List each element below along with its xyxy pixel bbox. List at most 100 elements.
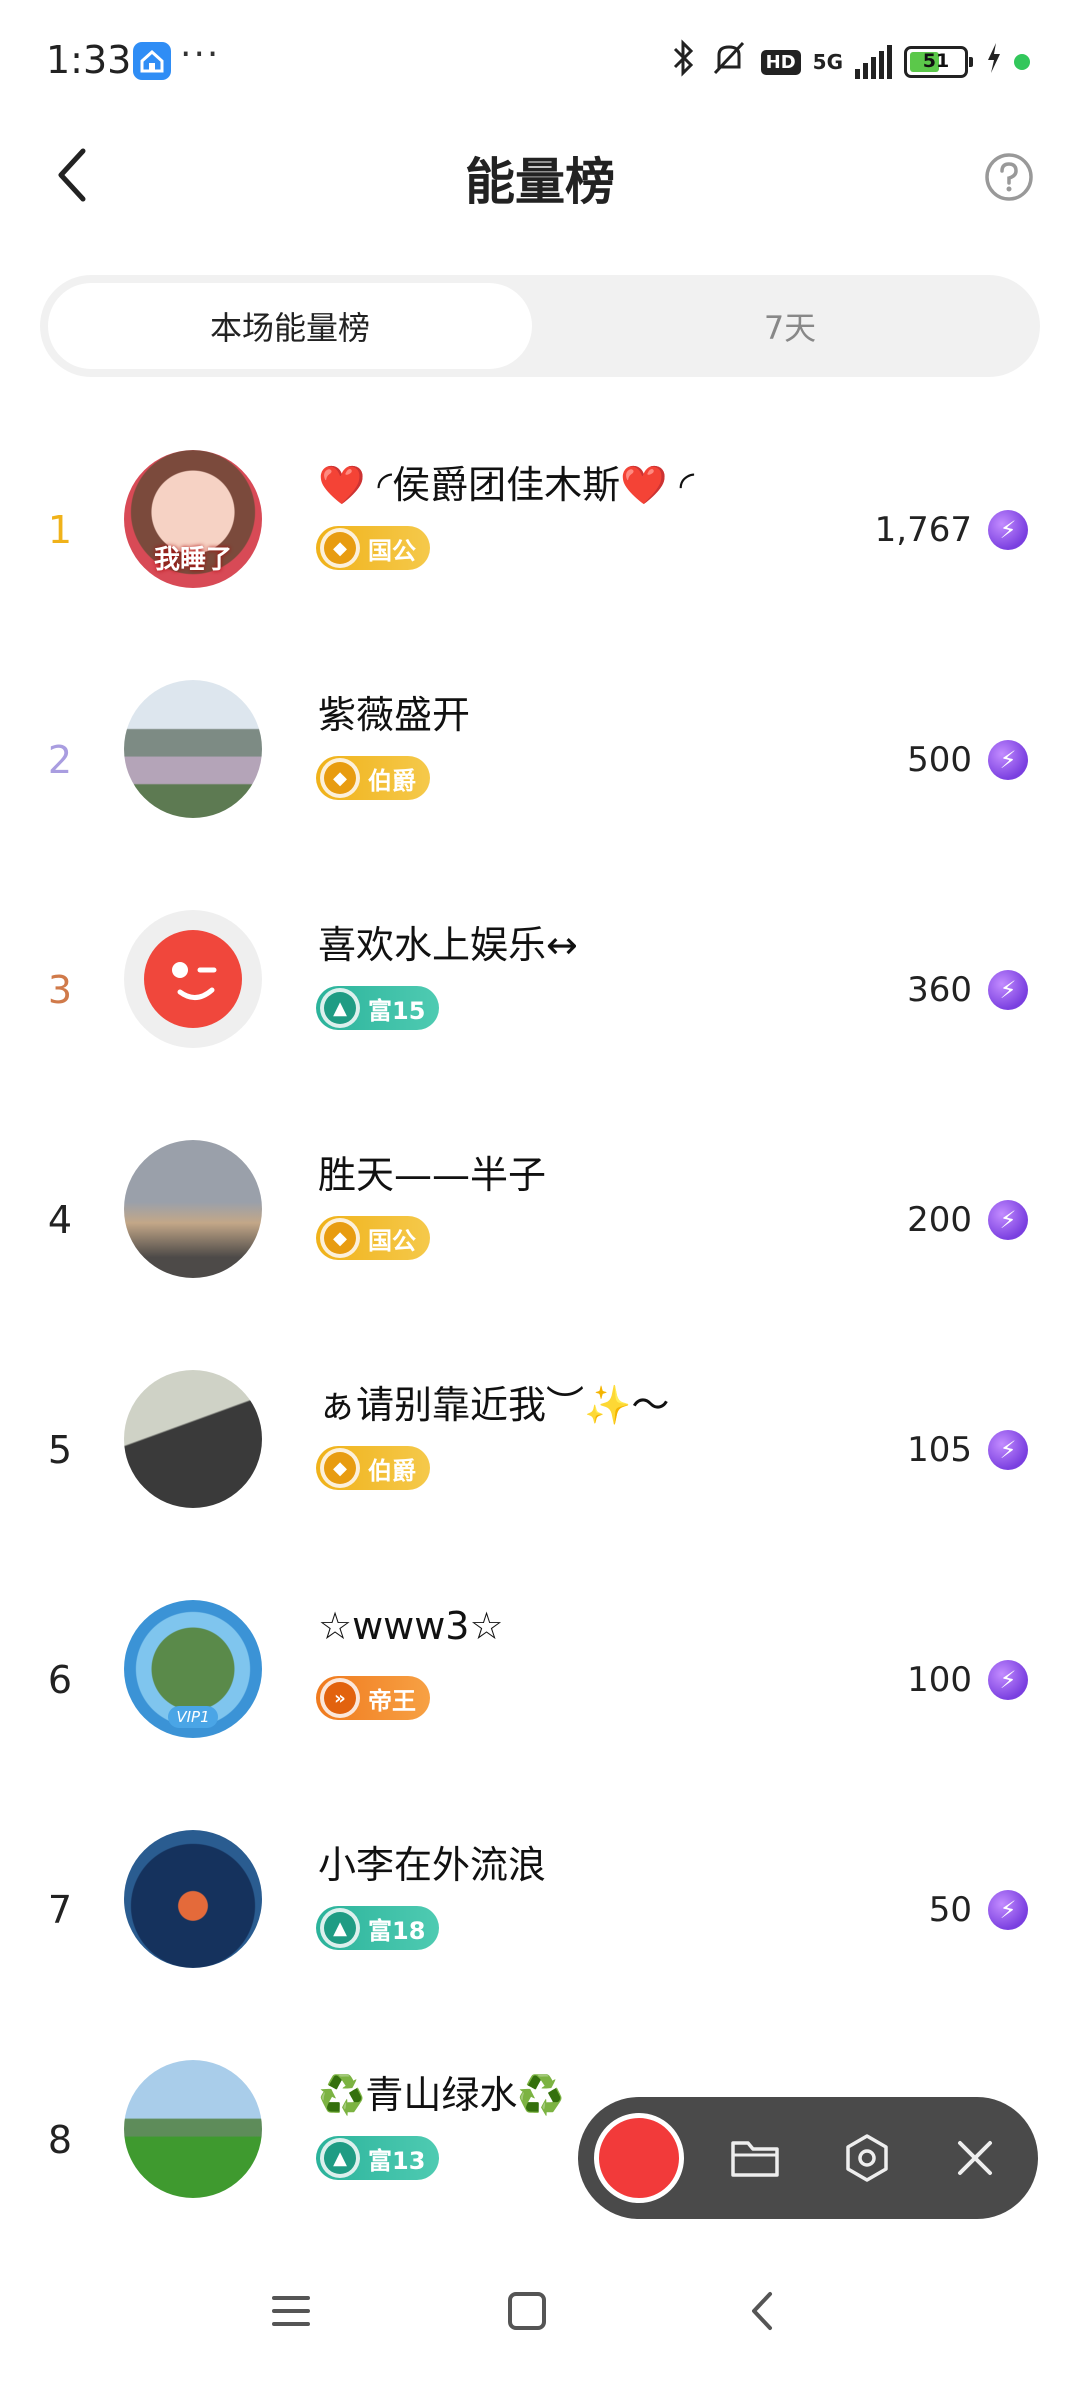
energy-bolt-icon: ⚡ bbox=[988, 510, 1028, 550]
level-badge: ▲ 富15 bbox=[316, 986, 440, 1030]
crown-icon: ◆ bbox=[320, 758, 360, 798]
system-nav-bar bbox=[0, 2250, 1080, 2400]
rank-number: 7 bbox=[47, 1888, 73, 1932]
recorder-close-button[interactable] bbox=[948, 2131, 1002, 2185]
header: 能量榜 bbox=[0, 120, 1080, 230]
user-name: ♻️青山绿水♻️ bbox=[318, 2073, 565, 2117]
energy-score: 1,767 bbox=[874, 510, 972, 550]
crown-icon: ◆ bbox=[320, 1448, 360, 1488]
triangle-level-icon: ▲ bbox=[320, 988, 360, 1028]
hd-badge: HD bbox=[760, 49, 801, 75]
user-name: 小李在外流浪 bbox=[318, 1843, 547, 1887]
home-square-icon bbox=[508, 2292, 546, 2330]
user-name: 喜欢水上娱乐↔ bbox=[318, 923, 578, 967]
energy-bolt-icon: ⚡ bbox=[988, 1200, 1028, 1240]
energy-score: 100 bbox=[907, 1660, 972, 1700]
list-item[interactable]: 5 ぁ请别靠近我︶✨～ ◆ 伯爵 105 ⚡ bbox=[0, 1370, 1080, 1600]
more-notifications-icon: ··· bbox=[180, 34, 221, 75]
status-icons: HD 5G 51 bbox=[671, 39, 1030, 85]
system-back-button[interactable] bbox=[740, 2288, 786, 2334]
wink-face-icon bbox=[144, 930, 242, 1028]
avatar-caption: 我睡了 bbox=[153, 545, 232, 575]
energy-score: 360 bbox=[907, 970, 972, 1010]
recents-button[interactable] bbox=[268, 2288, 314, 2334]
home-app-icon bbox=[133, 42, 171, 80]
avatar[interactable] bbox=[124, 2060, 262, 2198]
help-icon bbox=[985, 153, 1033, 201]
home-button[interactable] bbox=[504, 2288, 550, 2334]
level-badge: ◆ 伯爵 bbox=[316, 1446, 430, 1490]
battery-icon: 51 bbox=[904, 46, 973, 78]
record-button[interactable] bbox=[594, 2113, 684, 2203]
level-badge: ◆ 伯爵 bbox=[316, 756, 430, 800]
level-badge: ◆ 国公 bbox=[316, 526, 430, 570]
menu-icon bbox=[272, 2296, 310, 2326]
energy-score: 200 bbox=[907, 1200, 972, 1240]
signal-icon bbox=[855, 45, 892, 79]
rank-number: 8 bbox=[47, 2118, 73, 2162]
level-badge: ▲ 富18 bbox=[316, 1906, 440, 1950]
energy-bolt-icon: ⚡ bbox=[988, 970, 1028, 1010]
avatar[interactable]: VIP1 bbox=[124, 1600, 262, 1738]
battery-level: 51 bbox=[922, 50, 950, 72]
energy-score: 500 bbox=[907, 740, 972, 780]
list-item[interactable]: 3 喜欢水上娱乐↔ ▲ 富15 360 ⚡ bbox=[0, 910, 1080, 1140]
energy-bolt-icon: ⚡ bbox=[988, 1430, 1028, 1470]
rank-number: 1 bbox=[47, 508, 73, 552]
energy-bolt-icon: ⚡ bbox=[988, 1890, 1028, 1930]
list-item[interactable]: 1 我睡了 ❤️ ◜侯爵团佳木斯❤️ ◜ ◆ 国公 1,767 ⚡ bbox=[0, 450, 1080, 680]
list-item[interactable]: 6 VIP1 ☆www3☆ » 帝王 100 ⚡ bbox=[0, 1600, 1080, 1830]
help-button[interactable] bbox=[978, 146, 1040, 208]
crown-icon: ◆ bbox=[320, 528, 360, 568]
avatar[interactable] bbox=[124, 1370, 262, 1508]
chevron-left-icon bbox=[752, 2292, 772, 2330]
rank-number: 4 bbox=[47, 1198, 73, 1242]
tab-current-session[interactable]: 本场能量榜 bbox=[48, 283, 532, 369]
energy-score: 50 bbox=[928, 1890, 972, 1930]
bluetooth-icon bbox=[671, 39, 697, 85]
status-time: 1:33 bbox=[46, 38, 132, 82]
level-badge: ◆ 国公 bbox=[316, 1216, 430, 1260]
user-name: 紫薇盛开 bbox=[318, 693, 471, 737]
user-name: ☆www3☆ bbox=[318, 1604, 504, 1648]
privacy-indicator-dot bbox=[1014, 54, 1030, 70]
energy-bolt-icon: ⚡ bbox=[988, 740, 1028, 780]
list-item[interactable]: 2 紫薇盛开 ◆ 伯爵 500 ⚡ bbox=[0, 680, 1080, 910]
avatar[interactable] bbox=[124, 910, 262, 1048]
rank-number: 5 bbox=[47, 1428, 73, 1472]
folder-icon bbox=[731, 2141, 779, 2177]
tab-7-days[interactable]: 7天 bbox=[548, 283, 1032, 369]
level-badge: » 帝王 bbox=[316, 1676, 430, 1720]
mute-icon bbox=[709, 39, 749, 85]
folder-button[interactable] bbox=[728, 2133, 782, 2183]
avatar[interactable] bbox=[124, 680, 262, 818]
triangle-level-icon: ▲ bbox=[320, 1908, 360, 1948]
screen-recorder-toolbar bbox=[578, 2097, 1038, 2219]
status-bar: 1:33 ··· HD 5G 51 bbox=[0, 0, 1080, 120]
charging-icon bbox=[986, 43, 1002, 81]
rank-number: 3 bbox=[47, 968, 73, 1012]
crown-icon: ◆ bbox=[320, 1218, 360, 1258]
energy-score: 105 bbox=[907, 1430, 972, 1470]
page-title: 能量榜 bbox=[465, 153, 615, 211]
settings-hexagon-icon bbox=[846, 2134, 888, 2182]
list-item[interactable]: 7 小李在外流浪 ▲ 富18 50 ⚡ bbox=[0, 1830, 1080, 2060]
rank-number: 2 bbox=[47, 738, 73, 782]
avatar[interactable]: 我睡了 bbox=[124, 450, 262, 588]
user-name: ぁ请别靠近我︶✨～ bbox=[318, 1383, 670, 1427]
rank-number: 6 bbox=[47, 1658, 73, 1702]
chevron-level-icon: » bbox=[320, 1678, 360, 1718]
level-badge: ▲ 富13 bbox=[316, 2136, 440, 2180]
list-item[interactable]: 4 胜天——半子 ◆ 国公 200 ⚡ bbox=[0, 1140, 1080, 1370]
energy-bolt-icon: ⚡ bbox=[988, 1660, 1028, 1700]
ranking-list: 1 我睡了 ❤️ ◜侯爵团佳木斯❤️ ◜ ◆ 国公 1,767 ⚡ 2 紫薇盛开 … bbox=[0, 450, 1080, 2290]
user-name: 胜天——半子 bbox=[318, 1153, 547, 1197]
vip-frame-label: VIP1 bbox=[168, 1706, 218, 1728]
avatar[interactable] bbox=[124, 1830, 262, 1968]
avatar[interactable] bbox=[124, 1140, 262, 1278]
recorder-settings-button[interactable] bbox=[840, 2131, 894, 2185]
network-label: 5G bbox=[812, 50, 843, 74]
triangle-level-icon: ▲ bbox=[320, 2138, 360, 2178]
user-name: ❤️ ◜侯爵团佳木斯❤️ ◜ bbox=[318, 463, 695, 507]
ranking-tabs: 本场能量榜 7天 bbox=[40, 275, 1040, 377]
